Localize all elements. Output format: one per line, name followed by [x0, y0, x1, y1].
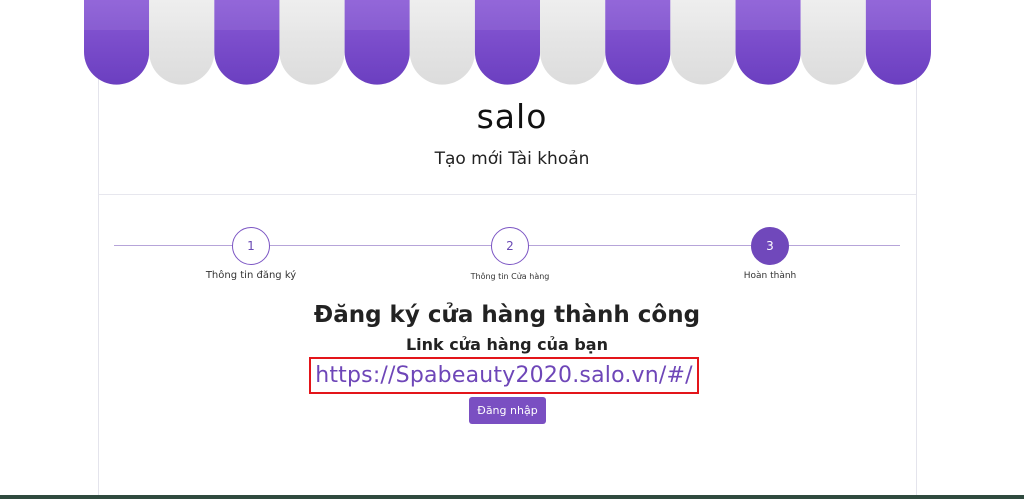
store-link[interactable]: https://Spabeauty2020.salo.vn/#/	[315, 363, 693, 388]
window-bottom-edge	[0, 495, 1024, 499]
step-3-circle[interactable]: 3	[751, 227, 789, 265]
awning-top-band	[84, 0, 931, 30]
login-button[interactable]: Đăng nhập	[469, 397, 546, 424]
step-1-label: Thông tin đăng ký	[205, 270, 297, 281]
step-1-circle[interactable]: 1	[232, 227, 270, 265]
step-3-label: Hoàn thành	[743, 271, 797, 281]
signup-page: salo Tạo mới Tài khoản 1 Thông tin đăng …	[0, 0, 1024, 499]
awning-decoration	[84, 0, 931, 85]
step-2-label: Thông tin Cửa hàng	[470, 272, 550, 281]
page-subtitle: Tạo mới Tài khoản	[434, 149, 590, 169]
store-link-label: Link cửa hàng của bạn	[405, 335, 608, 354]
step-2-circle[interactable]: 2	[491, 227, 529, 265]
logo: salo	[476, 97, 548, 136]
store-link-highlight: https://Spabeauty2020.salo.vn/#/	[309, 357, 699, 394]
success-title: Đăng ký cửa hàng thành công	[313, 302, 701, 328]
